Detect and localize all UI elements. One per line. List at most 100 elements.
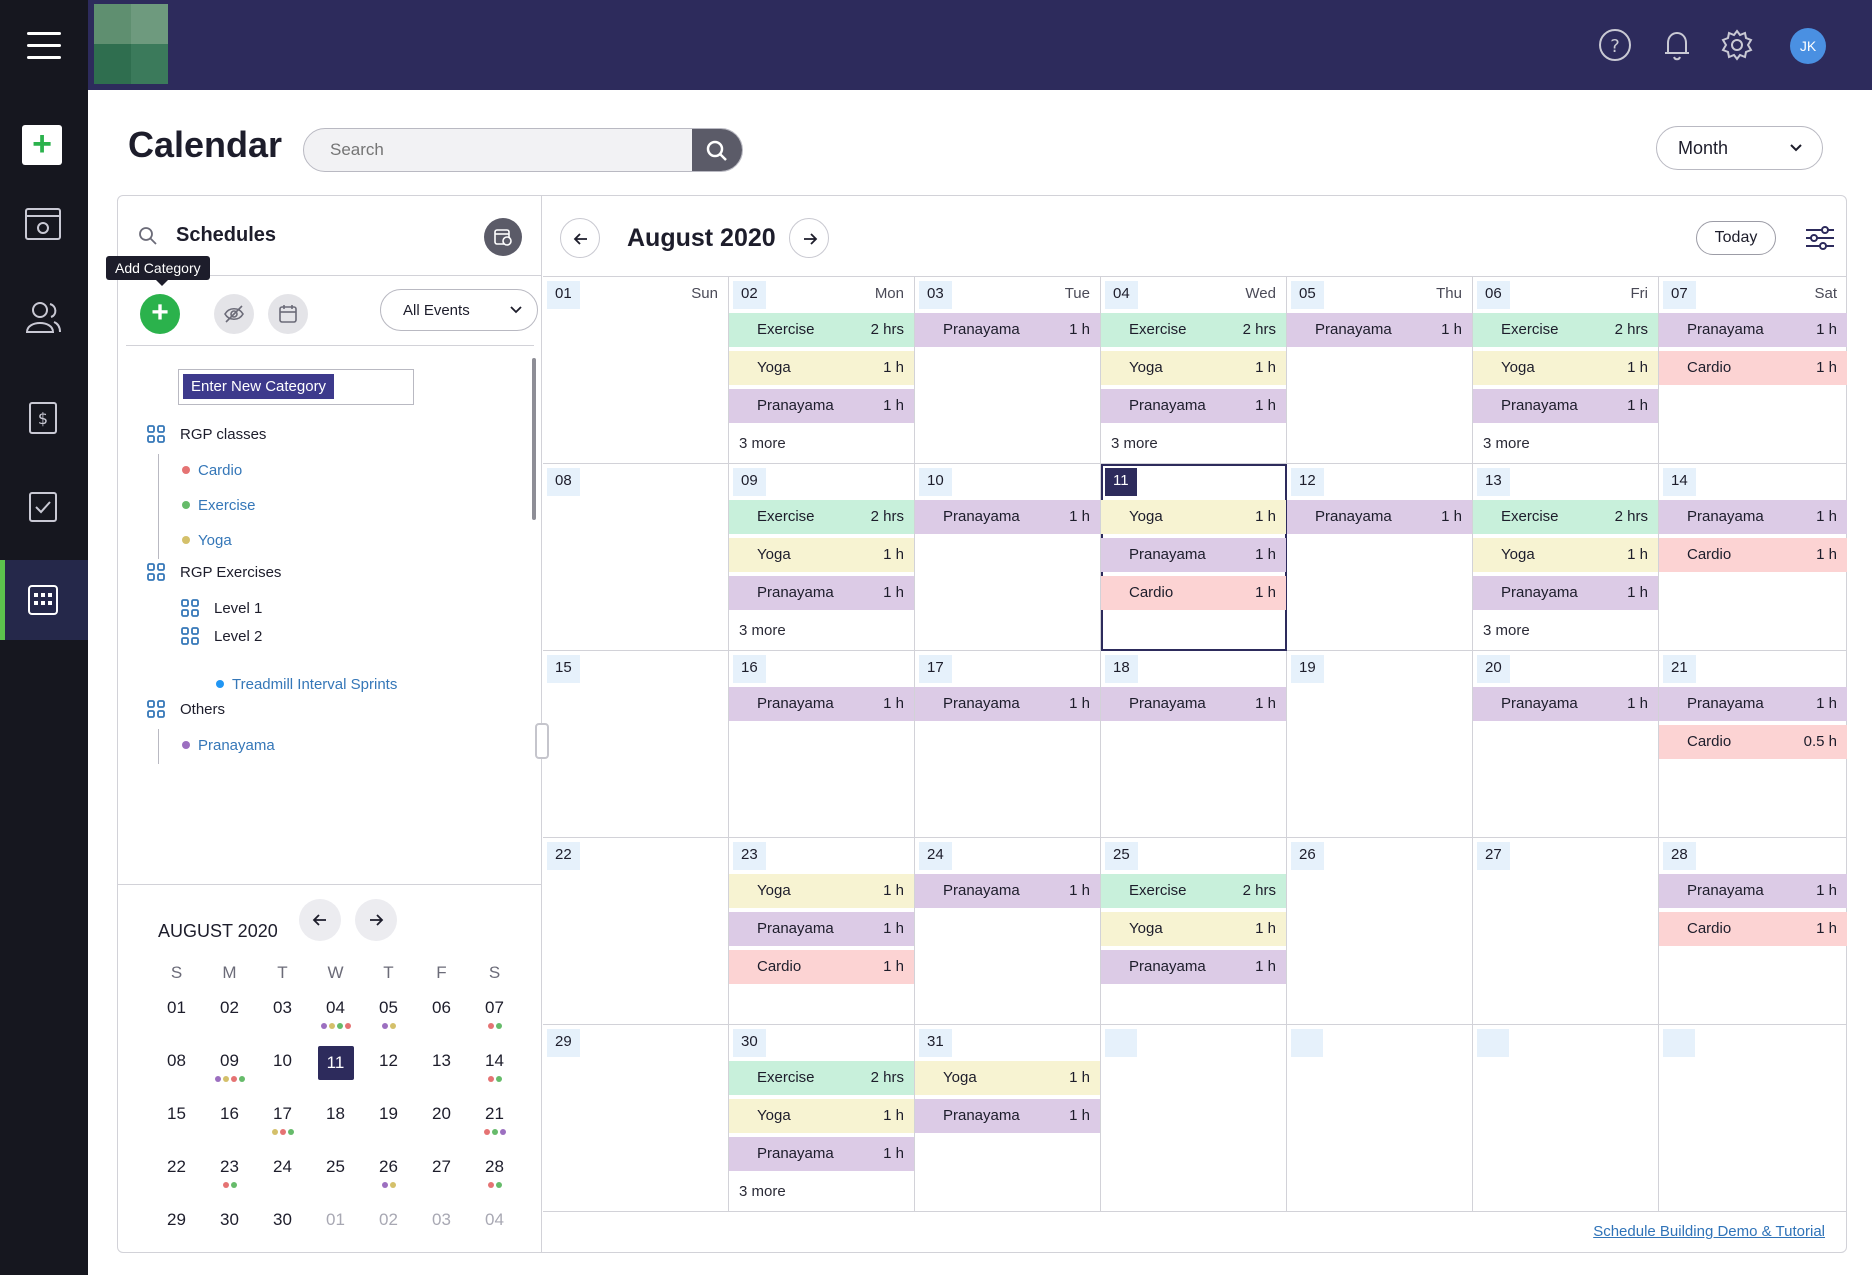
- event-chip[interactable]: Pranayama 1 h: [915, 1099, 1100, 1133]
- mini-next-button[interactable]: [355, 899, 397, 941]
- day-cell[interactable]: 03 Tue Pranayama 1 h: [915, 277, 1101, 464]
- event-chip[interactable]: Pranayama 1 h: [1473, 389, 1658, 423]
- event-chip[interactable]: Pranayama 1 h: [1473, 576, 1658, 610]
- day-cell[interactable]: 25 Exercise 2 hrs Yoga 1 h Pranayama 1 h: [1101, 838, 1287, 1025]
- sidebar-scrollbar[interactable]: [532, 358, 536, 520]
- mini-day[interactable]: 15: [150, 1099, 203, 1135]
- event-chip[interactable]: Yoga 1 h: [1101, 912, 1286, 946]
- event-chip[interactable]: Cardio 0.5 h: [1659, 725, 1847, 759]
- more-events-link[interactable]: 3 more: [1111, 435, 1158, 452]
- event-chip[interactable]: Exercise 2 hrs: [1101, 313, 1286, 347]
- bell-icon[interactable]: [1660, 28, 1694, 62]
- mini-day[interactable]: 02: [203, 993, 256, 1029]
- month-next-button[interactable]: [789, 218, 829, 258]
- mini-day[interactable]: 14: [468, 1046, 521, 1082]
- mini-day[interactable]: 11: [309, 1046, 362, 1082]
- mini-day[interactable]: 02: [362, 1205, 415, 1241]
- search-input[interactable]: [304, 129, 696, 171]
- mini-day[interactable]: 06: [415, 993, 468, 1029]
- event-chip[interactable]: Exercise 2 hrs: [1101, 874, 1286, 908]
- tutorial-link[interactable]: Schedule Building Demo & Tutorial: [1593, 1223, 1825, 1240]
- mini-day[interactable]: 17: [256, 1099, 309, 1135]
- add-icon[interactable]: +: [22, 125, 62, 165]
- mini-day[interactable]: 03: [415, 1205, 468, 1241]
- event-chip[interactable]: Yoga 1 h: [1101, 500, 1286, 534]
- mini-day[interactable]: 30: [256, 1205, 309, 1241]
- day-cell[interactable]: 10 Pranayama 1 h: [915, 464, 1101, 651]
- event-chip[interactable]: Yoga 1 h: [1101, 351, 1286, 385]
- event-chip[interactable]: Exercise 2 hrs: [729, 313, 914, 347]
- event-chip[interactable]: Cardio 1 h: [1659, 351, 1847, 385]
- event-chip[interactable]: Pranayama 1 h: [1287, 500, 1472, 534]
- event-chip[interactable]: Cardio 1 h: [1659, 538, 1847, 572]
- day-cell[interactable]: 08: [543, 464, 729, 651]
- view-select[interactable]: Month: [1656, 126, 1823, 170]
- day-cell[interactable]: 28 Pranayama 1 h Cardio 1 h: [1659, 838, 1847, 1025]
- event-chip[interactable]: Exercise 2 hrs: [1473, 313, 1658, 347]
- more-events-link[interactable]: 3 more: [1483, 622, 1530, 639]
- event-chip[interactable]: Yoga 1 h: [729, 874, 914, 908]
- event-chip[interactable]: Pranayama 1 h: [1659, 313, 1847, 347]
- more-events-link[interactable]: 3 more: [1483, 435, 1530, 452]
- events-filter-select[interactable]: All Events: [380, 289, 538, 331]
- event-chip[interactable]: Pranayama 1 h: [915, 313, 1100, 347]
- day-cell[interactable]: 30 Exercise 2 hrs Yoga 1 h Pranayama 1 h 3 more: [729, 1025, 915, 1212]
- mini-day[interactable]: 30: [203, 1205, 256, 1241]
- more-events-link[interactable]: 3 more: [739, 1183, 786, 1200]
- event-chip[interactable]: Yoga 1 h: [729, 538, 914, 572]
- day-cell[interactable]: [1101, 1025, 1287, 1212]
- more-events-link[interactable]: 3 more: [739, 435, 786, 452]
- mini-prev-button[interactable]: [299, 899, 341, 941]
- mini-day[interactable]: 28: [468, 1152, 521, 1188]
- event-chip[interactable]: Pranayama 1 h: [729, 1137, 914, 1171]
- mini-day[interactable]: 25: [309, 1152, 362, 1188]
- day-cell[interactable]: 26: [1287, 838, 1473, 1025]
- mini-day[interactable]: 16: [203, 1099, 256, 1135]
- calendar-event-button[interactable]: [268, 294, 308, 334]
- mini-day[interactable]: 07: [468, 993, 521, 1029]
- users-icon[interactable]: [24, 300, 62, 334]
- month-prev-button[interactable]: [560, 218, 600, 258]
- event-chip[interactable]: Pranayama 1 h: [1473, 687, 1658, 721]
- event-chip[interactable]: Pranayama 1 h: [1287, 313, 1472, 347]
- day-cell[interactable]: 12 Pranayama 1 h: [1287, 464, 1473, 651]
- hamburger-menu-icon[interactable]: [27, 32, 61, 60]
- settings-window-icon[interactable]: [24, 207, 62, 241]
- new-category-input[interactable]: Enter New Category: [178, 369, 414, 405]
- category-item[interactable]: Exercise: [182, 497, 256, 514]
- event-chip[interactable]: Pranayama 1 h: [1101, 950, 1286, 984]
- day-cell[interactable]: 19: [1287, 651, 1473, 838]
- avatar[interactable]: JK: [1790, 28, 1826, 64]
- tasks-icon[interactable]: [24, 490, 62, 524]
- day-cell[interactable]: 23 Yoga 1 h Pranayama 1 h Cardio 1 h: [729, 838, 915, 1025]
- day-cell[interactable]: [1659, 1025, 1847, 1212]
- event-chip[interactable]: Pranayama 1 h: [729, 687, 914, 721]
- event-chip[interactable]: Pranayama 1 h: [1101, 538, 1286, 572]
- event-chip[interactable]: Pranayama 1 h: [1659, 687, 1847, 721]
- event-chip[interactable]: Yoga 1 h: [1473, 538, 1658, 572]
- search-icon[interactable]: [138, 226, 158, 246]
- day-cell[interactable]: 14 Pranayama 1 h Cardio 1 h: [1659, 464, 1847, 651]
- mini-day[interactable]: 23: [203, 1152, 256, 1188]
- mini-day[interactable]: 03: [256, 993, 309, 1029]
- search-button[interactable]: [692, 129, 742, 171]
- mini-day[interactable]: 29: [150, 1205, 203, 1241]
- help-icon[interactable]: ?: [1598, 28, 1632, 62]
- event-chip[interactable]: Exercise 2 hrs: [729, 1061, 914, 1095]
- day-cell[interactable]: [1287, 1025, 1473, 1212]
- day-cell[interactable]: 15: [543, 651, 729, 838]
- event-chip[interactable]: Pranayama 1 h: [729, 576, 914, 610]
- event-chip[interactable]: Pranayama 1 h: [1659, 874, 1847, 908]
- day-cell[interactable]: 22: [543, 838, 729, 1025]
- mini-day[interactable]: 18: [309, 1099, 362, 1135]
- day-cell[interactable]: 01 Sun: [543, 277, 729, 464]
- brand-logo[interactable]: [94, 4, 168, 84]
- mini-day[interactable]: 09: [203, 1046, 256, 1082]
- event-chip[interactable]: Cardio 1 h: [1101, 576, 1286, 610]
- event-chip[interactable]: Pranayama 1 h: [1101, 687, 1286, 721]
- event-chip[interactable]: Yoga 1 h: [729, 1099, 914, 1133]
- event-chip[interactable]: Pranayama 1 h: [915, 500, 1100, 534]
- day-cell[interactable]: 29: [543, 1025, 729, 1212]
- billing-icon[interactable]: $: [24, 400, 62, 434]
- schedule-settings-button[interactable]: [484, 218, 522, 256]
